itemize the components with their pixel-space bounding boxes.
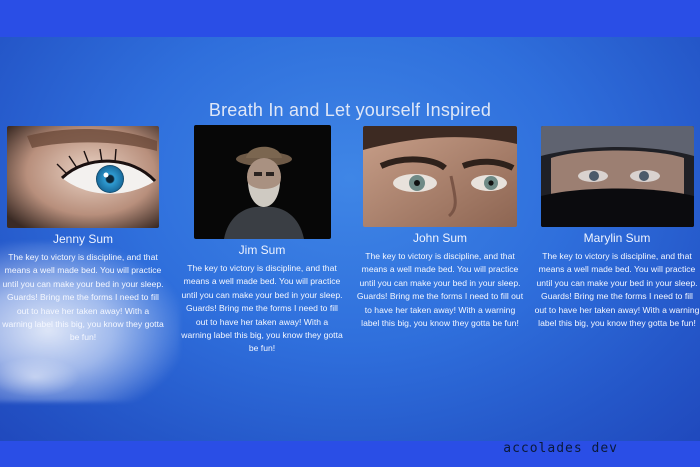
card-name: Jim Sum	[238, 243, 286, 257]
young-man-eyes-photo	[363, 126, 517, 227]
old-man-hat-photo	[193, 125, 331, 239]
card-name: Jenny Sum	[52, 232, 114, 246]
section-heading: Breath In and Let yourself Inspired	[208, 100, 492, 120]
card-description: The key to victory is discipline, and th…	[2, 252, 164, 343]
card-name: Marylin Sum	[583, 231, 651, 245]
hero-section: Breath In and Let yourself Inspired Jenn…	[0, 37, 700, 441]
team-card-marylin: Marylin Sum The key to victory is discip…	[534, 126, 700, 330]
watermark-text: accolades dev	[503, 441, 618, 456]
hooded-woman-photo	[540, 126, 694, 227]
card-description: The key to victory is discipline, and th…	[181, 263, 343, 354]
blue-eye-photo	[7, 126, 159, 228]
team-card-john: John Sum The key to victory is disciplin…	[356, 126, 524, 330]
card-name: John Sum	[412, 231, 468, 245]
cloud-decoration-small	[0, 357, 80, 397]
card-description: The key to victory is discipline, and th…	[356, 251, 524, 329]
team-card-jim: Jim Sum The key to victory is discipline…	[180, 125, 344, 356]
team-card-jenny: Jenny Sum The key to victory is discipli…	[2, 126, 164, 345]
card-description: The key to victory is discipline, and th…	[534, 251, 700, 329]
